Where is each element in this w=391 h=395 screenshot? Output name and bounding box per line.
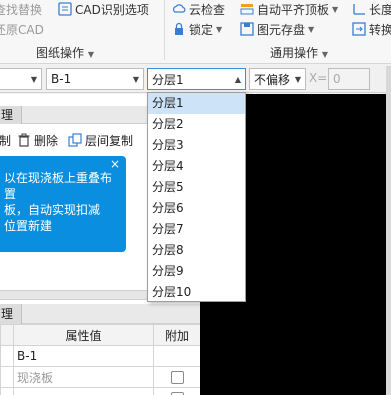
find-replace-label: 查找替换	[0, 2, 43, 17]
auto-level-icon	[240, 2, 254, 16]
prop-extra-cell	[153, 345, 201, 367]
offset-combo-value: 不偏移	[254, 72, 291, 87]
lock-label: 锁定	[189, 22, 214, 37]
copy-button[interactable]: 制	[0, 132, 11, 149]
element-save-button[interactable]: 图元存盘 ▼	[240, 20, 314, 38]
chevron-down-icon: ▼	[30, 75, 37, 84]
header-cell-name	[0, 324, 14, 346]
cad-options-label: CAD识别选项	[75, 2, 149, 17]
layer-option[interactable]: 分层9	[148, 261, 245, 282]
tab-manage[interactable]: 理	[0, 106, 22, 124]
chevron-up-icon: ▲	[234, 75, 241, 84]
cad-options-icon	[58, 2, 72, 16]
delete-button[interactable]: 删除	[34, 132, 58, 149]
length-icon	[352, 2, 366, 16]
layer-option[interactable]: 分层10	[148, 282, 245, 303]
floor-combo[interactable]: ▼	[0, 68, 42, 90]
cad-options-button[interactable]: CAD识别选项	[58, 0, 149, 18]
vertical-scrollbar[interactable]	[386, 66, 391, 395]
close-icon[interactable]: ×	[110, 156, 120, 172]
chevron-down-icon[interactable]: ▼	[332, 5, 338, 14]
convert-button[interactable]: 转换	[352, 20, 391, 38]
common-ops-group-title: 通用操作 ▼	[270, 44, 328, 61]
trash-icon	[17, 133, 31, 147]
common-ops-title-text: 通用操作	[270, 46, 319, 60]
auto-level-slab-button[interactable]: 自动平齐顶板 ▼	[240, 0, 338, 18]
drawing-ops-title-text: 图纸操作	[36, 46, 85, 60]
restore-cad-button[interactable]: 还原CAD	[0, 20, 44, 38]
layer-combo[interactable]: 分层1 ▲	[147, 68, 246, 90]
cloud-check-icon	[172, 2, 186, 16]
property-toolbar: ▼ B-1 ▼ 分层1 ▲ 不偏移 ▼ X= 0	[0, 65, 391, 93]
layer-dropdown-list: 分层1 分层2 分层3 分层4 分层5 分层6 分层7 分层8 分层9 分层10	[147, 92, 246, 302]
ribbon: 查找替换 CAD识别选项 还原CAD 图纸操作 ▼ 云检查 自动平齐顶板 ▼ 长…	[0, 0, 391, 64]
layer-option[interactable]: 分层3	[148, 135, 245, 156]
properties-table: 属性值 附加 B-1 现浇板	[0, 324, 201, 395]
layer-option[interactable]: 分层4	[148, 156, 245, 177]
layer-option[interactable]: 分层2	[148, 114, 245, 135]
lock-icon	[172, 22, 186, 36]
prop-extra-cell	[153, 366, 201, 388]
length-label: 长度	[369, 2, 391, 17]
prop-name-cell	[0, 387, 14, 395]
tab-props-label: 理	[1, 307, 14, 321]
props-tab-strip: 理	[0, 304, 200, 324]
chevron-down-icon: ▼	[294, 75, 301, 84]
x-label: X=	[309, 71, 328, 85]
offset-combo[interactable]: 不偏移 ▼	[249, 68, 306, 90]
chevron-down-icon: ▼	[132, 75, 139, 84]
floor-copy-button[interactable]: 层间复制	[85, 132, 133, 149]
chevron-down-icon[interactable]: ▼	[88, 50, 94, 59]
chevron-down-icon[interactable]: ▼	[216, 25, 222, 34]
element-combo-value: B-1	[51, 72, 72, 86]
table-row[interactable]: 现浇板	[0, 366, 201, 388]
convert-icon	[352, 22, 366, 36]
tip-line-1: 以在现浇板上重叠布置	[4, 171, 113, 201]
x-input[interactable]: 0	[328, 68, 370, 90]
prop-value-cell: 现浇板	[13, 366, 154, 388]
header-cell-value: 属性值	[13, 324, 154, 346]
prop-value-cell[interactable]: B-1	[13, 345, 154, 367]
floor-copy-icon	[68, 133, 82, 147]
layer-option[interactable]: 分层5	[148, 177, 245, 198]
prop-value-cell[interactable]	[13, 387, 154, 395]
chevron-down-icon[interactable]: ▼	[322, 50, 328, 59]
tip-popup: × 以在现浇板上重叠布置 板，自动实现扣减 位置新建	[0, 156, 126, 252]
length-button[interactable]: 长度	[352, 0, 391, 18]
lock-button[interactable]: 锁定 ▼	[172, 20, 222, 38]
element-save-label: 图元存盘	[257, 22, 306, 37]
attach-checkbox[interactable]	[170, 371, 184, 384]
layer-option[interactable]: 分层8	[148, 240, 245, 261]
auto-level-slab-label: 自动平齐顶板	[257, 2, 330, 17]
layer-option[interactable]: 分层6	[148, 198, 245, 219]
prop-name-cell	[0, 345, 14, 367]
element-combo[interactable]: B-1 ▼	[46, 68, 144, 90]
layer-option[interactable]: 分层1	[148, 93, 245, 114]
table-row[interactable]: B-1	[0, 345, 201, 367]
restore-cad-label: 还原CAD	[0, 22, 44, 37]
header-cell-extra: 附加	[153, 324, 201, 346]
ribbon-separator	[164, 0, 165, 60]
save-icon	[240, 22, 254, 36]
find-replace-button[interactable]: 查找替换	[0, 0, 42, 18]
drawing-ops-group-title: 图纸操作 ▼	[36, 44, 94, 61]
x-input-value: 0	[333, 72, 341, 86]
tip-line-3: 位置新建	[4, 219, 53, 233]
table-header-row: 属性值 附加	[0, 324, 201, 346]
tip-line-2: 板，自动实现扣减	[4, 203, 101, 217]
cloud-check-button[interactable]: 云检查	[172, 0, 225, 18]
layer-option[interactable]: 分层7	[148, 219, 245, 240]
prop-extra-cell	[153, 387, 201, 395]
convert-label: 转换	[369, 22, 391, 37]
cloud-check-label: 云检查	[189, 2, 226, 17]
tab-manage-label: 理	[1, 108, 14, 122]
prop-name-cell	[0, 366, 14, 388]
chevron-down-icon[interactable]: ▼	[308, 25, 314, 34]
table-row[interactable]	[0, 387, 201, 395]
tab-props-manage[interactable]: 理	[0, 304, 22, 324]
layer-combo-value: 分层1	[152, 72, 184, 87]
